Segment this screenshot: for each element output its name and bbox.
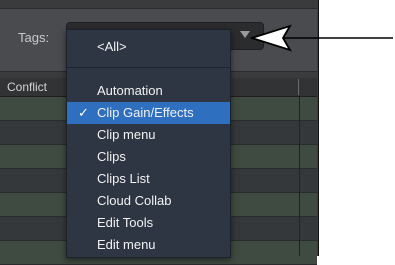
menu-item-cloud-collab[interactable]: Cloud Collab — [67, 190, 230, 212]
menu-item-edit-tools[interactable]: Edit Tools — [67, 212, 230, 234]
column-divider[interactable] — [298, 79, 299, 95]
column-header-conflict[interactable]: Conflict — [7, 80, 47, 94]
menu-item-clip-gain-effects[interactable]: ✓ Clip Gain/Effects — [67, 102, 230, 124]
menu-separator — [67, 67, 230, 68]
chevron-down-icon[interactable] — [240, 31, 250, 38]
menu-item-edit-menu[interactable]: Edit menu — [67, 234, 230, 256]
checkmark-icon: ✓ — [78, 105, 89, 120]
tags-label: Tags: — [18, 30, 50, 45]
menu-item-automation[interactable]: Automation — [67, 80, 230, 102]
menu-item-clips[interactable]: Clips — [67, 146, 230, 168]
callout-arrow-icon — [250, 24, 393, 52]
column-divider — [299, 97, 300, 256]
menu-item-clip-menu[interactable]: Clip menu — [67, 124, 230, 146]
menu-item-all[interactable]: <All> — [67, 36, 230, 58]
tags-dropdown-menu: <All> Automation ✓ Clip Gain/Effects Cli… — [66, 29, 231, 258]
menu-item-clips-list[interactable]: Clips List — [67, 168, 230, 190]
